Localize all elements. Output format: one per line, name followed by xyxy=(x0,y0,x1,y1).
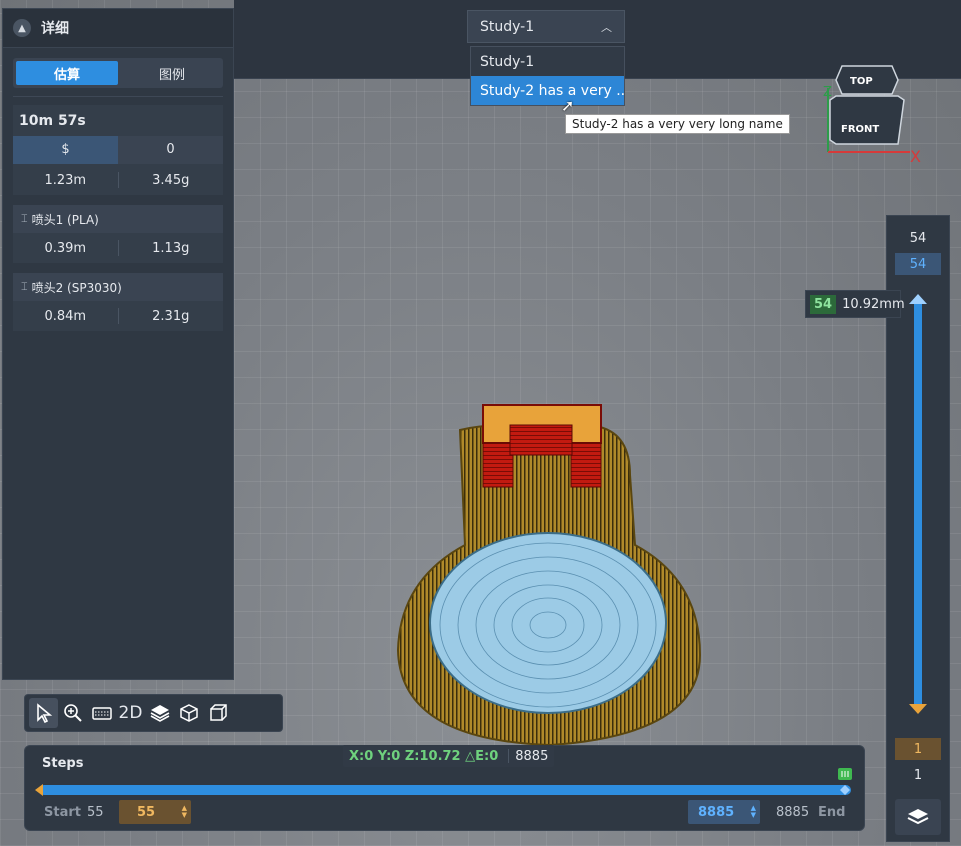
end-step-value: 8885 xyxy=(698,804,735,820)
perspective-icon xyxy=(209,704,227,721)
coordinates-text: X:0 Y:0 Z:10.72 △E:0 xyxy=(349,748,499,764)
nozzle-1-label: 喷头1 (PLA) xyxy=(31,212,99,227)
start-step-input[interactable]: 55 ▲ ▼ xyxy=(119,800,191,824)
cost-currency: $ xyxy=(13,136,118,164)
keyboard-tool-button[interactable] xyxy=(87,698,116,728)
tab-estimate[interactable]: 估算 xyxy=(16,61,118,85)
bottom-layer-handle[interactable] xyxy=(909,704,927,714)
zoom-icon xyxy=(63,704,82,722)
2d-view-icon: 2D xyxy=(118,703,143,723)
nozzle-1-length: 0.39m xyxy=(44,240,87,256)
perspective-view-button[interactable] xyxy=(203,698,232,728)
keyboard-icon xyxy=(91,707,112,720)
stepper-arrows-icon[interactable]: ▲ ▼ xyxy=(182,805,187,819)
max-layer: 54 xyxy=(909,230,927,246)
nozzle-2-weight: 2.31g xyxy=(152,308,190,324)
cube-front-label: FRONT xyxy=(841,124,879,135)
study-select[interactable]: Study-1 ︿ xyxy=(467,10,625,43)
nozzle-2-header: ⌶ 喷头2 (SP3030) xyxy=(13,273,223,301)
select-icon xyxy=(36,703,52,723)
bottom-layer-input[interactable]: 1 xyxy=(895,738,941,760)
study-selected: Study-1 xyxy=(480,18,535,35)
nozzle-icon: ⌶ xyxy=(21,212,28,225)
zoom-tool-button[interactable] xyxy=(58,698,87,728)
print-preview-model xyxy=(396,404,702,747)
nozzle-2-label: 喷头2 (SP3030) xyxy=(31,280,122,295)
view-toolbar: 2D xyxy=(24,694,283,732)
coordinates-readout: X:0 Y:0 Z:10.72 △E:0 8885 xyxy=(343,745,555,767)
min-layer: 1 xyxy=(913,767,923,783)
details-panel: ▲ 详细 估算 图例 10m 57s $ 0 1.23m 3.45g ⌶ 喷头1… xyxy=(2,8,234,680)
total-time: 10m 57s xyxy=(19,113,86,129)
details-header: ▲ 详细 xyxy=(3,9,233,48)
steps-panel: Steps X:0 Y:0 Z:10.72 △E:0 8885 Start 55… xyxy=(24,745,865,831)
collapse-up-icon[interactable]: ▲ xyxy=(13,19,31,37)
layer-rail[interactable] xyxy=(914,299,922,711)
x-axis-label: X xyxy=(910,147,921,166)
layers-view-button[interactable] xyxy=(145,698,174,728)
details-tabs: 估算 图例 xyxy=(13,58,223,88)
nozzle-1-estimate: ⌶ 喷头1 (PLA) 0.39m 1.13g xyxy=(13,205,223,263)
total-usage-row: 1.23m 3.45g xyxy=(13,165,223,195)
end-handle[interactable] xyxy=(837,768,853,798)
cube-front-face[interactable] xyxy=(829,95,905,145)
end-label: End xyxy=(818,804,846,820)
start-step-value: 55 xyxy=(137,804,156,820)
start-value: 55 xyxy=(87,804,104,820)
cube-top-label: TOP xyxy=(850,76,873,87)
study-dropdown-menu: Study-1 Study-2 has a very ... xyxy=(470,46,625,106)
nozzle-icon: ⌶ xyxy=(21,280,28,293)
tab-legend[interactable]: 图例 xyxy=(121,58,223,88)
stepper-arrows-icon[interactable]: ▲ ▼ xyxy=(751,805,756,819)
end-step-input[interactable]: 8885 ▲ ▼ xyxy=(688,800,760,824)
top-layer-handle[interactable] xyxy=(909,294,927,304)
nozzle-2-length: 0.84m xyxy=(44,308,87,324)
mouse-cursor-icon: ➚ xyxy=(561,96,575,115)
view-cube[interactable]: Z X TOP FRONT xyxy=(820,60,935,170)
divider xyxy=(13,96,223,97)
coordinates-step: 8885 xyxy=(515,748,549,764)
layer-tip-height: 10.92mm xyxy=(842,296,905,312)
select-tool-button[interactable] xyxy=(29,698,58,728)
layers-icon xyxy=(907,809,929,825)
nozzle-2-row: 0.84m 2.31g xyxy=(13,301,223,331)
nozzle-1-weight: 1.13g xyxy=(152,240,190,256)
chevron-up-icon: ︿ xyxy=(601,20,612,34)
details-title: 详细 xyxy=(41,21,69,37)
z-axis-label: Z xyxy=(823,85,832,100)
layers-button[interactable] xyxy=(895,799,941,835)
nozzle-2-estimate: ⌶ 喷头2 (SP3030) 0.84m 2.31g xyxy=(13,273,223,331)
layer-height-tip: 54 10.92mm xyxy=(805,290,905,318)
cost-row: $ 0 xyxy=(13,135,223,165)
study-tooltip: Study-2 has a very very long name xyxy=(565,114,790,134)
layer-tip-number: 54 xyxy=(810,294,837,314)
total-length: 1.23m xyxy=(44,172,87,188)
nozzle-1-header: ⌶ 喷头1 (PLA) xyxy=(13,205,223,233)
cost-value: 0 xyxy=(118,136,223,164)
study-option-1[interactable]: Study-1 xyxy=(471,47,624,76)
2d-view-button[interactable]: 2D xyxy=(116,698,145,728)
top-layer-input[interactable]: 54 xyxy=(895,253,941,275)
cube-view-button[interactable] xyxy=(174,698,203,728)
study-option-2[interactable]: Study-2 has a very ... xyxy=(471,76,624,105)
end-value: 8885 xyxy=(776,804,810,820)
total-weight: 3.45g xyxy=(152,172,190,188)
total-estimate: 10m 57s $ 0 1.23m 3.45g xyxy=(13,105,223,195)
start-label: Start xyxy=(44,804,81,820)
cube-icon xyxy=(179,704,198,722)
layers-icon xyxy=(150,705,169,722)
steps-title: Steps xyxy=(42,756,84,771)
start-handle[interactable] xyxy=(35,784,45,796)
steps-track[interactable] xyxy=(39,785,851,795)
nozzle-1-row: 0.39m 1.13g xyxy=(13,233,223,263)
